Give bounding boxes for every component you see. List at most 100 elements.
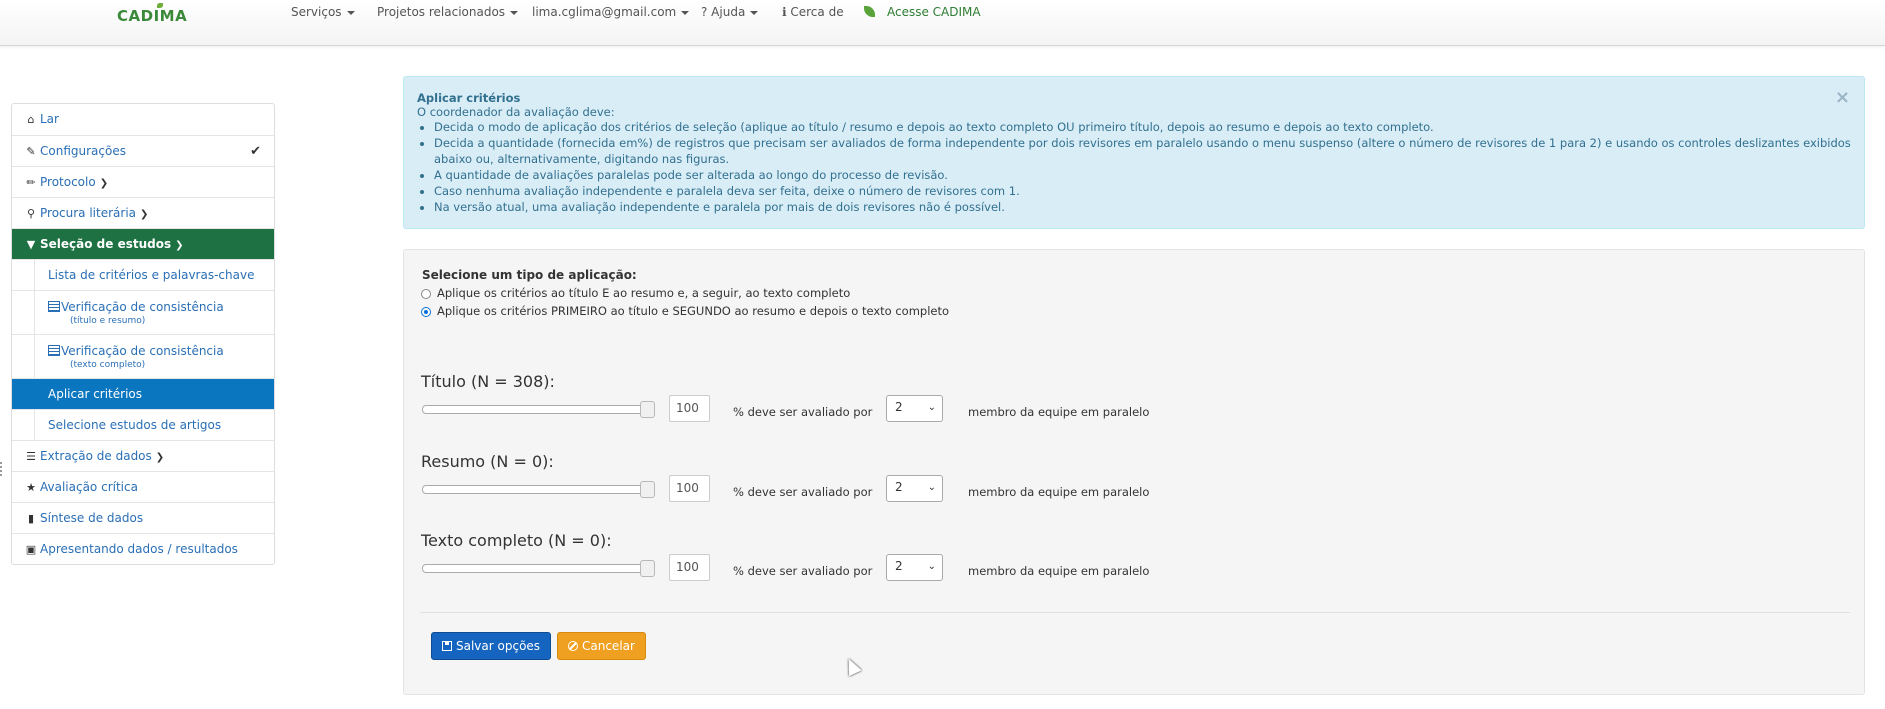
alert-bullet: Caso nenhuma avaliação independente e pa… [434,183,1851,199]
nav-user-menu[interactable]: lima.cglima@gmail.com [532,5,690,19]
application-type-label: Selecione um tipo de aplicação: [422,268,637,282]
sidebar-item-label: Apresentando dados / resultados [40,542,238,556]
evaluated-by-text: % deve ser avaliado por [733,405,873,419]
home-icon: ⌂ [27,113,35,126]
info-alert: Aplicar critérios O coordenador da avali… [403,76,1865,229]
sidebar-subitem-consistencia-titulo[interactable]: Verificação de consistência (título e res… [12,290,274,334]
sidebar-subitem-lista-criterios[interactable]: Lista de critérios e palavras-chave [12,259,274,290]
top-navbar: CADIMA Serviços Projetos relacionados li… [0,0,1885,46]
nav-projetos-menu[interactable]: Projetos relacionados [377,5,519,19]
sidebar-item-procura-literaria[interactable]: ⚲ Procura literária ❯ [12,197,274,228]
team-member-parallel-text: membro da equipe em paralelo [968,485,1150,499]
sidebar-nav: ⌂ Lar ✎ Configurações ✔ ✏ Protocolo ❯ ⚲ Procu… [11,103,275,565]
resumo-percent-input[interactable]: 100 [669,475,710,502]
resumo-reviewers-select[interactable]: 2 ⌄ [886,475,943,502]
image-icon: ▣ [25,543,37,556]
sidebar-item-apresentando-dados[interactable]: ▣ Apresentando dados / resultados [12,533,274,564]
apply-criteria-form: Selecione um tipo de aplicação: Aplique … [403,249,1865,695]
cancel-button[interactable]: Cancelar [557,632,646,660]
sidebar-item-label: Procura literária [40,206,137,220]
nav-acesse-cadima-link[interactable]: Acesse CADIMA [864,5,981,19]
sidebar-item-sintese-dados[interactable]: ▮ Síntese de dados [12,502,274,533]
chevron-down-icon: ❯ [140,209,149,220]
leaf-icon [864,6,875,17]
sidebar-item-configuracoes[interactable]: ✎ Configurações ✔ [12,135,274,166]
alert-bullet: A quantidade de avaliações paralelas pod… [434,167,1851,183]
save-icon [442,641,452,651]
sidebar-item-protocolo[interactable]: ✏ Protocolo ❯ [12,166,274,197]
edge-marker [0,462,4,476]
sidebar-item-label: Configurações [40,144,126,158]
close-icon[interactable]: × [1835,87,1850,108]
sidebar-subitem-sublabel: (título e resumo) [70,316,146,326]
caret-down-icon [750,10,759,15]
cadima-logo[interactable]: CADIMA [117,3,187,25]
titulo-group-title: Título (N = 308): [421,372,555,391]
alert-bullet: Na versão atual, uma avaliação independe… [434,199,1851,215]
team-member-parallel-text: membro da equipe em paralelo [968,405,1150,419]
sidebar-subitem-label: Aplicar critérios [48,387,143,401]
sidebar-subitem-label: Verificação de consistência [61,344,224,358]
texto-completo-percent-slider[interactable] [422,560,655,577]
sidebar-item-label: Extração de dados [40,449,152,463]
resumo-percent-slider[interactable] [422,481,655,498]
evaluated-by-text: % deve ser avaliado por [733,564,873,578]
sidebar-subitem-label: Selecione estudos de artigos [48,418,222,432]
nav-cerca-link[interactable]: ℹ Cerca de [782,5,844,19]
sidebar-item-label: Seleção de estudos [40,237,172,251]
sidebar-item-label: Lar [40,112,59,126]
chevron-down-icon: ⌄ [927,402,936,413]
caret-down-icon [510,10,519,15]
sidebar-subitem-selecione-estudos[interactable]: Selecione estudos de artigos [12,409,274,440]
chevron-down-icon: ❯ [99,178,109,189]
team-member-parallel-text: membro da equipe em paralelo [968,564,1150,578]
slider-handle[interactable] [640,481,655,498]
sidebar-subitem-consistencia-texto[interactable]: Verificação de consistência (texto comple… [12,334,274,378]
save-options-button[interactable]: Salvar opções [431,632,552,660]
titulo-percent-slider[interactable] [422,401,655,418]
list-icon: ☰ [26,450,36,463]
slider-handle[interactable] [640,560,655,577]
sidebar-subitem-aplicar-criterios[interactable]: Aplicar critérios [12,378,274,409]
star-icon: ★ [26,481,36,494]
alert-intro: O coordenador da avaliação deve: [417,105,615,119]
sidebar-item-label: Avaliação crítica [40,480,138,494]
texto-completo-percent-input[interactable]: 100 [669,554,710,581]
filter-icon: ▼ [26,238,36,251]
caret-down-icon [681,10,690,15]
radio-option-label: Aplique os critérios PRIMEIRO ao título … [437,304,950,318]
radio-button-selected[interactable] [421,307,431,317]
pencil-icon: ✏ [26,176,36,189]
chevron-down-icon: ⌄ [927,561,936,572]
titulo-reviewers-select[interactable]: 2 ⌄ [886,395,943,422]
sidebar-item-avaliacao-critica[interactable]: ★ Avaliação crítica [12,471,274,502]
form-divider [420,612,1850,613]
chevron-down-icon: ❯ [175,240,184,251]
radio-option-title-abstract[interactable]: Aplique os critérios ao título E ao resu… [421,286,850,300]
alert-bullet-list: Decida o modo de aplicação dos critérios… [417,119,1851,215]
radio-option-title-then-abstract[interactable]: Aplique os critérios PRIMEIRO ao título … [421,304,949,318]
slider-handle[interactable] [640,401,655,418]
sidebar-subitem-label: Verificação de consistência [61,300,224,314]
sidebar-item-lar[interactable]: ⌂ Lar [12,104,274,135]
titulo-percent-input[interactable]: 100 [669,395,710,422]
alert-title: Aplicar critérios [417,91,521,105]
list-alt-icon [48,301,60,312]
radio-option-label: Aplique os critérios ao título E ao resu… [437,286,851,300]
file-icon: ▮ [27,512,35,525]
ban-icon [568,641,578,651]
chevron-down-icon: ❯ [155,452,165,463]
radio-button-unselected[interactable] [421,289,431,299]
chevron-down-icon: ⌄ [927,482,936,493]
sidebar-item-selecao-estudos[interactable]: ▼ Seleção de estudos ❯ [12,228,274,259]
file-text-icon [48,345,60,356]
alert-bullet: Decida o modo de aplicação dos critérios… [434,119,1851,135]
evaluated-by-text: % deve ser avaliado por [733,485,873,499]
sidebar-subitem-sublabel: (texto completo) [70,360,146,370]
nav-servicos-menu[interactable]: Serviços [291,5,355,19]
wrench-icon: ✎ [26,145,36,158]
sidebar-item-label: Protocolo [40,175,96,189]
nav-ajuda-menu[interactable]: ? Ajuda [701,5,759,19]
sidebar-item-extracao-dados[interactable]: ☰ Extração de dados ❯ [12,440,274,471]
texto-completo-reviewers-select[interactable]: 2 ⌄ [886,554,943,581]
